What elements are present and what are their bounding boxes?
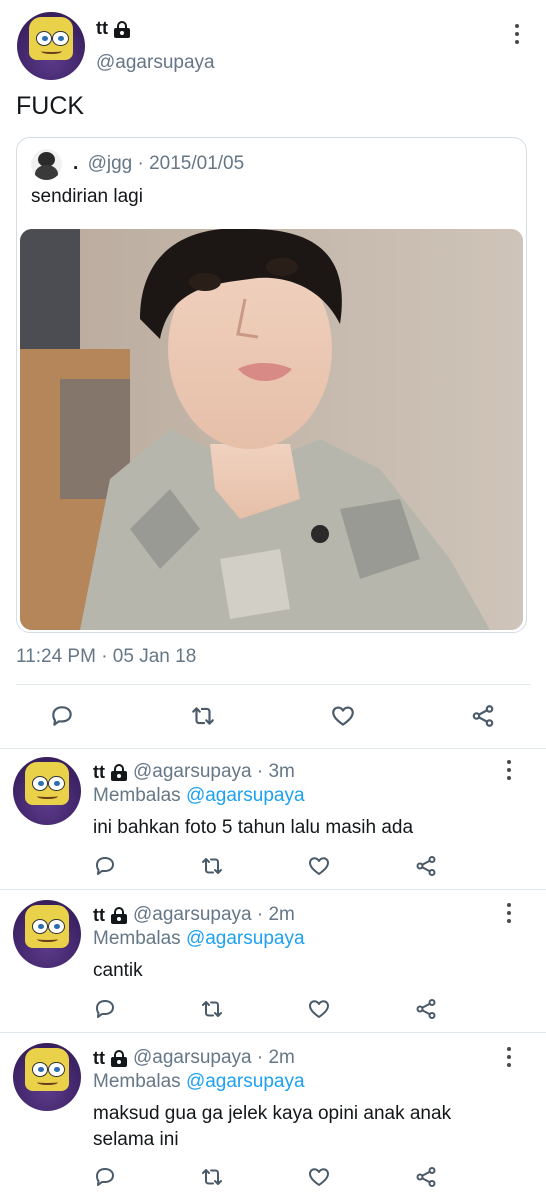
quoted-photo[interactable] <box>20 229 523 630</box>
divider <box>0 748 546 749</box>
avatar[interactable] <box>13 757 81 825</box>
reply-handle-time: @agarsupaya · 2m <box>133 904 295 925</box>
quoted-avatar <box>31 149 62 180</box>
more-icon[interactable] <box>505 760 513 780</box>
photo-illustration <box>20 229 523 630</box>
share-icon[interactable] <box>412 995 440 1023</box>
retweet-icon[interactable] <box>189 702 217 730</box>
replying-to: Membalas @agarsupaya <box>93 1071 305 1093</box>
replying-prefix: Membalas <box>93 1071 181 1092</box>
replying-to-link[interactable]: @agarsupaya <box>186 928 305 949</box>
reply-icon[interactable] <box>48 702 76 730</box>
replying-to-link[interactable]: @agarsupaya <box>186 785 305 806</box>
like-icon[interactable] <box>329 702 357 730</box>
replying-to: Membalas @agarsupaya <box>93 785 305 807</box>
reply-author-row: tt @agarsupaya · 2m <box>93 904 295 926</box>
lock-icon <box>114 20 130 38</box>
reply-author-row: tt @agarsupaya · 2m <box>93 1047 295 1069</box>
replying-to: Membalas @agarsupaya <box>93 928 305 950</box>
divider <box>0 889 546 890</box>
replying-to-link[interactable]: @agarsupaya <box>186 1071 305 1092</box>
reply-handle-time: @agarsupaya · 2m <box>133 1047 295 1068</box>
reply-handle-time: @agarsupaya · 3m <box>133 761 295 782</box>
share-icon[interactable] <box>412 1163 440 1191</box>
more-icon[interactable] <box>505 1047 513 1067</box>
reply-icon[interactable] <box>91 852 119 880</box>
reply-icon[interactable] <box>91 1163 119 1191</box>
reply-text: maksud gua ga jelek kaya opini anak anak… <box>93 1103 452 1150</box>
display-name[interactable]: tt <box>96 18 108 39</box>
author-handle[interactable]: @agarsupaya <box>96 52 215 74</box>
reply-text: ini bahkan foto 5 tahun lalu masih ada <box>93 817 414 838</box>
display-name[interactable]: tt <box>93 905 105 926</box>
like-icon[interactable] <box>305 852 333 880</box>
avatar[interactable] <box>13 1043 81 1111</box>
avatar[interactable] <box>17 12 85 80</box>
reply-icon[interactable] <box>91 995 119 1023</box>
retweet-icon[interactable] <box>198 852 226 880</box>
more-icon[interactable] <box>513 24 521 44</box>
lock-icon <box>111 764 127 781</box>
avatar[interactable] <box>13 900 81 968</box>
retweet-icon[interactable] <box>198 995 226 1023</box>
share-icon[interactable] <box>412 852 440 880</box>
quoted-handle-date: @jgg · 2015/01/05 <box>87 153 245 174</box>
reply-text: cantik <box>93 960 143 981</box>
more-icon[interactable] <box>505 903 513 923</box>
display-name[interactable]: tt <box>93 762 105 783</box>
lock-icon <box>111 907 127 924</box>
display-name[interactable]: tt <box>93 1048 105 1069</box>
replying-prefix: Membalas <box>93 928 181 949</box>
replying-prefix: Membalas <box>93 785 181 806</box>
retweet-icon[interactable] <box>198 1163 226 1191</box>
divider <box>16 684 530 685</box>
tweet-timestamp: 11:24 PM · 05 Jan 18 <box>16 646 197 667</box>
share-icon[interactable] <box>469 702 497 730</box>
quoted-tweet-card[interactable]: . @jgg · 2015/01/05 sendirian lagi <box>16 137 527 633</box>
quoted-tweet-text: sendirian lagi <box>31 186 143 207</box>
author-name-row: tt <box>96 18 130 39</box>
like-icon[interactable] <box>305 995 333 1023</box>
divider <box>0 1032 546 1033</box>
reply-author-row: tt @agarsupaya · 3m <box>93 761 295 783</box>
like-icon[interactable] <box>305 1163 333 1191</box>
lock-icon <box>111 1050 127 1067</box>
quoted-author-row: . @jgg · 2015/01/05 <box>73 153 244 175</box>
quoted-display-name: . <box>73 153 79 174</box>
tweet-text: FUCK <box>16 92 85 120</box>
